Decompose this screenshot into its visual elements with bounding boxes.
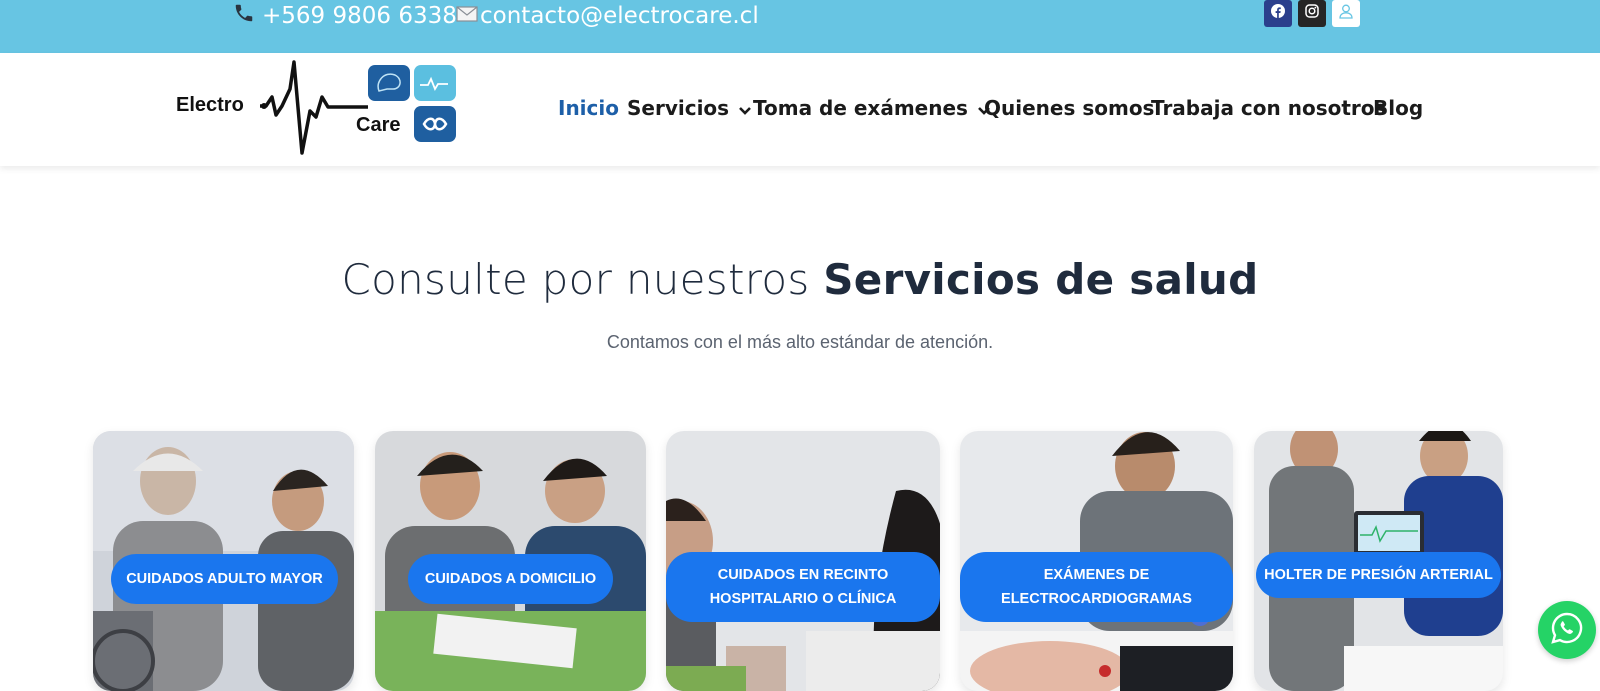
user-icon	[1339, 4, 1353, 24]
phone-number: +569 9806 6338	[262, 3, 457, 29]
section-title-light: Consulte por nuestros	[341, 255, 824, 304]
whatsapp-icon	[1550, 611, 1584, 650]
svg-text:Care: Care	[356, 114, 400, 136]
whatsapp-chat-button[interactable]	[1538, 601, 1596, 659]
envelope-icon	[456, 3, 478, 29]
top-contact-bar: +569 9806 6338 contacto@electrocare.cl	[0, 0, 1600, 53]
service-label: CUIDADOS ADULTO MAYOR	[126, 571, 323, 587]
nav-blog-label: Blog	[1373, 96, 1424, 120]
phone-link[interactable]: +569 9806 6338	[233, 0, 457, 32]
phone-icon	[233, 2, 255, 30]
service-button-holter[interactable]: HOLTER DE PRESIÓN ARTERIAL	[1256, 552, 1501, 598]
service-label: HOLTER DE PRESIÓN ARTERIAL	[1264, 567, 1493, 583]
nav-trabaja-label: Trabaja con nosotros	[1151, 96, 1387, 120]
user-account-link[interactable]	[1332, 0, 1360, 27]
service-label: CUIDADOS A DOMICILIO	[424, 571, 597, 587]
nav-servicios[interactable]: Servicios	[627, 95, 752, 121]
service-button-adulto-mayor[interactable]: CUIDADOS ADULTO MAYOR	[111, 554, 338, 604]
section-title-bold: Servicios de salud	[823, 255, 1259, 304]
service-card-adulto-mayor[interactable]: CUIDADOS ADULTO MAYOR	[93, 431, 354, 691]
nav-toma-label: Toma de exámenes	[753, 96, 968, 120]
service-card-electrocardiogramas[interactable]: EXÁMENES DE ELECTROCARDIOGRAMAS	[960, 431, 1233, 691]
service-button-domicilio[interactable]: CUIDADOS A DOMICILIO	[408, 554, 613, 604]
svg-text:Electro: Electro	[176, 94, 244, 116]
email-link[interactable]: contacto@electrocare.cl	[456, 0, 759, 32]
service-button-electrocardiogramas[interactable]: EXÁMENES DE ELECTROCARDIOGRAMAS	[960, 552, 1233, 622]
chevron-down-icon	[739, 96, 752, 120]
nav-quienes-label: Quienes somos	[984, 96, 1155, 120]
instagram-icon	[1305, 4, 1319, 23]
nav-blog[interactable]: Blog	[1373, 95, 1423, 121]
nav-quienes-somos[interactable]: Quienes somos	[984, 95, 1154, 121]
service-card-recinto-hospitalario[interactable]: CUIDADOS EN RECINTO HOSPITALARIO O CLÍNI…	[666, 431, 940, 691]
facebook-link[interactable]	[1264, 0, 1292, 27]
service-label: CUIDADOS EN RECINTO HOSPITALARIO O CLÍNI…	[709, 567, 897, 607]
service-label: EXÁMENES DE ELECTROCARDIOGRAMAS	[1001, 567, 1192, 607]
service-card-domicilio[interactable]: CUIDADOS A DOMICILIO	[375, 431, 646, 691]
instagram-link[interactable]	[1298, 0, 1326, 27]
facebook-icon	[1271, 4, 1285, 23]
nav-trabaja-con-nosotros[interactable]: Trabaja con nosotros	[1151, 95, 1386, 121]
nav-servicios-label: Servicios	[627, 96, 730, 120]
nav-inicio[interactable]: Inicio	[558, 95, 619, 121]
service-button-recinto-hospitalario[interactable]: CUIDADOS EN RECINTO HOSPITALARIO O CLÍNI…	[666, 552, 940, 622]
nav-inicio-label: Inicio	[558, 96, 619, 120]
main-header: Electro Care Inicio Servicios Toma de ex…	[0, 53, 1600, 166]
nav-toma-de-examenes[interactable]: Toma de exámenes	[753, 95, 990, 121]
section-subtitle: Contamos con el más alto estándar de ate…	[606, 332, 994, 352]
service-card-holter[interactable]: HOLTER DE PRESIÓN ARTERIAL	[1254, 431, 1503, 691]
electrocare-logo[interactable]: Electro Care	[176, 59, 458, 155]
section-title: Consulte por nuestros Servicios de salud	[0, 255, 1600, 304]
email-address: contacto@electrocare.cl	[480, 3, 759, 29]
